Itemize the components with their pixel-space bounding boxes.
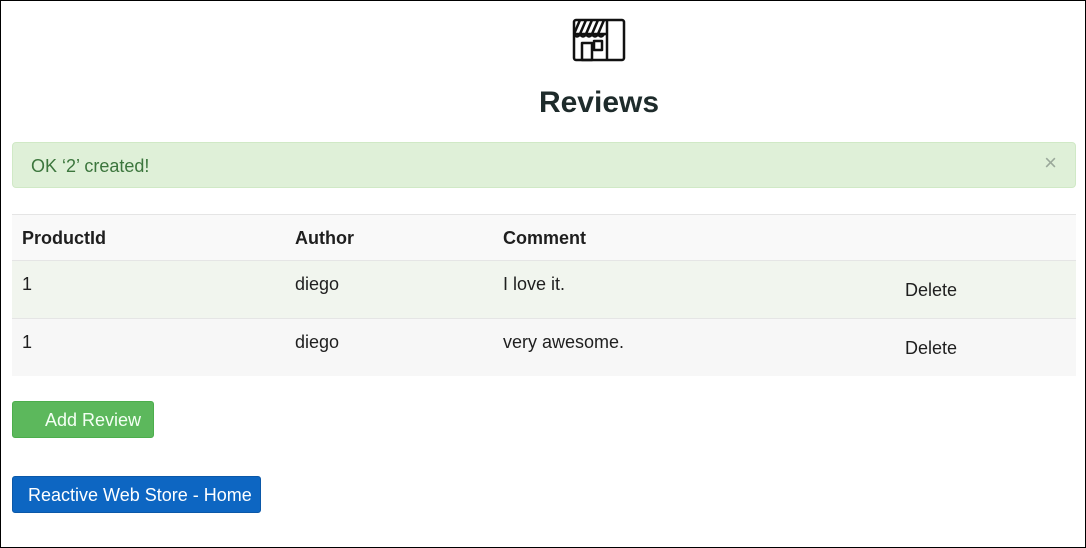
comment-cell: very awesome. [503, 332, 625, 352]
table-header-row: ProductId Author Comment [12, 214, 1076, 260]
success-alert: OK ‘2’ created! × [12, 142, 1076, 188]
product-link[interactable]: 1 [22, 332, 32, 353]
author-cell: diego [295, 274, 340, 294]
alert-message: OK ‘2’ created! [31, 156, 150, 176]
close-icon[interactable]: × [1044, 152, 1057, 174]
column-header-comment: Comment [503, 228, 587, 248]
comment-cell: I love it. [503, 274, 566, 294]
add-review-button[interactable]: Add Review [12, 401, 154, 438]
table-row: 1 diego very awesome. Delete [12, 318, 1076, 376]
column-header-productid: ProductId [22, 228, 106, 248]
column-header-author: Author [295, 228, 354, 248]
delete-link[interactable]: Delete [905, 338, 957, 359]
table-row: 1 diego I love it. Delete [12, 260, 1076, 318]
reviews-table: ProductId Author Comment 1 diego I love … [12, 214, 1076, 376]
product-link[interactable]: 1 [22, 274, 32, 295]
page-title: Reviews [538, 86, 660, 119]
author-cell: diego [295, 332, 340, 352]
delete-link[interactable]: Delete [905, 280, 957, 301]
home-button[interactable]: Reactive Web Store - Home [12, 476, 261, 513]
store-icon [572, 18, 626, 62]
